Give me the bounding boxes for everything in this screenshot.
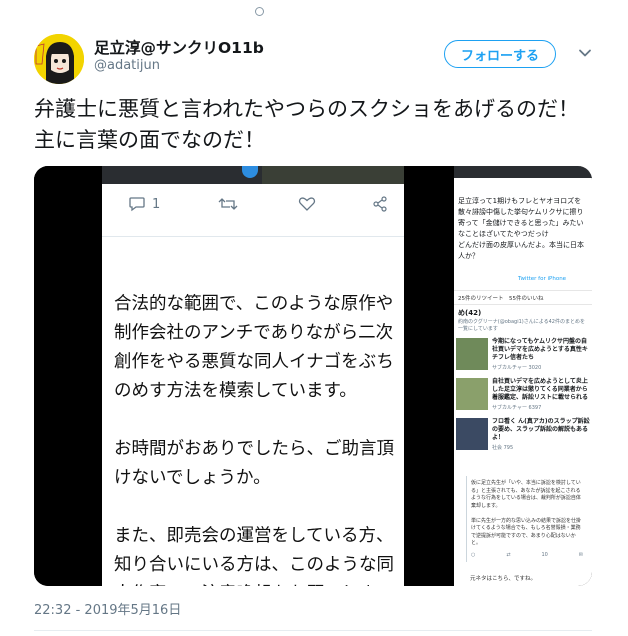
retweet-icon: ⇄	[506, 552, 511, 558]
avatar-image	[34, 34, 84, 84]
tweet-stats: 25件のリツイート 55件のいいね	[458, 296, 544, 302]
phone-screenshot: 1 合法的な範囲で、このような原作や制作会社のアンチでありながら二次創作をやる悪…	[102, 166, 404, 586]
list-heading: め(42)	[458, 309, 482, 317]
display-name[interactable]: 足立淳@サンクリO11b	[94, 36, 264, 58]
like-count: 10	[541, 552, 548, 558]
share-action	[372, 196, 388, 212]
retweet-action	[218, 196, 238, 212]
reply-count: 1	[152, 196, 161, 212]
reply-box: 仮に足立先生が「いや、本当に訴訟を検討している」と主張されても、あなたが訴訟を起…	[466, 476, 587, 562]
phone-action-bar: 1	[102, 196, 404, 218]
list-item-meta: 社会 795	[492, 445, 514, 451]
follow-button[interactable]: フォローする	[444, 40, 556, 68]
share-icon	[373, 196, 387, 212]
tweet-text: 弁護士に悪質と言われたやつらのスクショをあげるのだ！ 主に言葉の面でなのだ！	[34, 97, 600, 152]
list-item-title: フロ看く ん(真アカ)のスラップ訴訟の要め、スラップ訴訟の解説もあるよ！	[492, 418, 590, 441]
thumbnail	[456, 378, 488, 410]
reply-box-actions: ○ ⇄ 10 ✉	[471, 552, 583, 558]
list-item-meta: サブカルチャー 3020	[492, 365, 542, 371]
phone-divider	[102, 236, 404, 237]
list-item: フロ看く ん(真アカ)のスラップ訴訟の要め、スラップ訴訟の解説もあるよ！ 社会 …	[456, 418, 590, 454]
retweet-icon	[218, 198, 238, 210]
reply-action: 1	[128, 196, 160, 212]
reply-box-text: 仮に足立先生が「いや、本当に訴訟を検討している」と主張されても、あなたが訴訟を起…	[471, 480, 582, 546]
embedded-photo	[262, 166, 404, 184]
list-item-title: 自社買いデマを広めようとして炎上した足立淳は懲りてくる同業者から着服鑑定、訴訟リ…	[492, 378, 589, 401]
thumbnail	[456, 418, 488, 450]
list-item: 今期になってもケムリクサ円盤の自社買いデマを広めようとする真性キチフレ信者たち …	[456, 338, 590, 374]
screenshot-body-text: 合法的な範囲で、このような原作や制作会社のアンチでありながら二次創作をやる悪質な…	[114, 294, 394, 586]
like-action	[298, 196, 316, 212]
tweet-source: Twitter for iPhone	[518, 276, 567, 282]
screenshot-right: 足立淳って1期けもフレとヤオヨロズを散々誹謗中傷した挙句ケムリクサに擦り寄って「…	[454, 166, 592, 586]
tweet-timestamp[interactable]: 22:32 - 2019年5月16日	[34, 599, 181, 618]
user-handle[interactable]: @adatijun	[94, 58, 160, 73]
attached-image[interactable]: 1 合法的な範囲で、このような原作や制作会社のアンチでありながら二次創作をやる悪…	[34, 166, 592, 586]
reply-icon	[129, 197, 145, 212]
divider	[454, 304, 592, 305]
list-subtitle: 約南のクグリーナ(@obagi1)さんによる42件のまとめを一覧にしています	[458, 319, 585, 332]
quoted-tweet-text: 足立淳って1期けもフレとヤオヨロズを散々誹謗中傷した挙句ケムリクサに擦り寄って「…	[458, 197, 584, 260]
divider	[454, 290, 592, 291]
thumbnail	[456, 338, 488, 370]
list-item-title: 今期になってもケムリクサ円盤の自社買いデマを広めようとする真性キチフレ信者たち	[492, 338, 588, 361]
footer-text: 元ネタはこちら、ですね。	[470, 576, 537, 582]
divider	[34, 630, 592, 631]
heart-icon	[298, 197, 316, 211]
pagination-dot	[255, 7, 264, 16]
phone-header-image	[102, 166, 404, 184]
avatar[interactable]	[34, 34, 84, 84]
screenshot-left: 1 合法的な範囲で、このような原作や制作会社のアンチでありながら二次創作をやる悪…	[34, 166, 454, 586]
list-item: 自社買いデマを広めようとして炎上した足立淳は懲りてくる同業者から着服鑑定、訴訟リ…	[456, 378, 590, 414]
reply-icon: ○	[471, 552, 476, 558]
chevron-down-icon[interactable]	[578, 46, 592, 60]
right-header-bar	[454, 166, 592, 178]
mail-icon: ✉	[578, 552, 583, 558]
blue-indicator	[242, 166, 258, 178]
list-item-meta: サブカルチャー 6397	[492, 405, 542, 411]
